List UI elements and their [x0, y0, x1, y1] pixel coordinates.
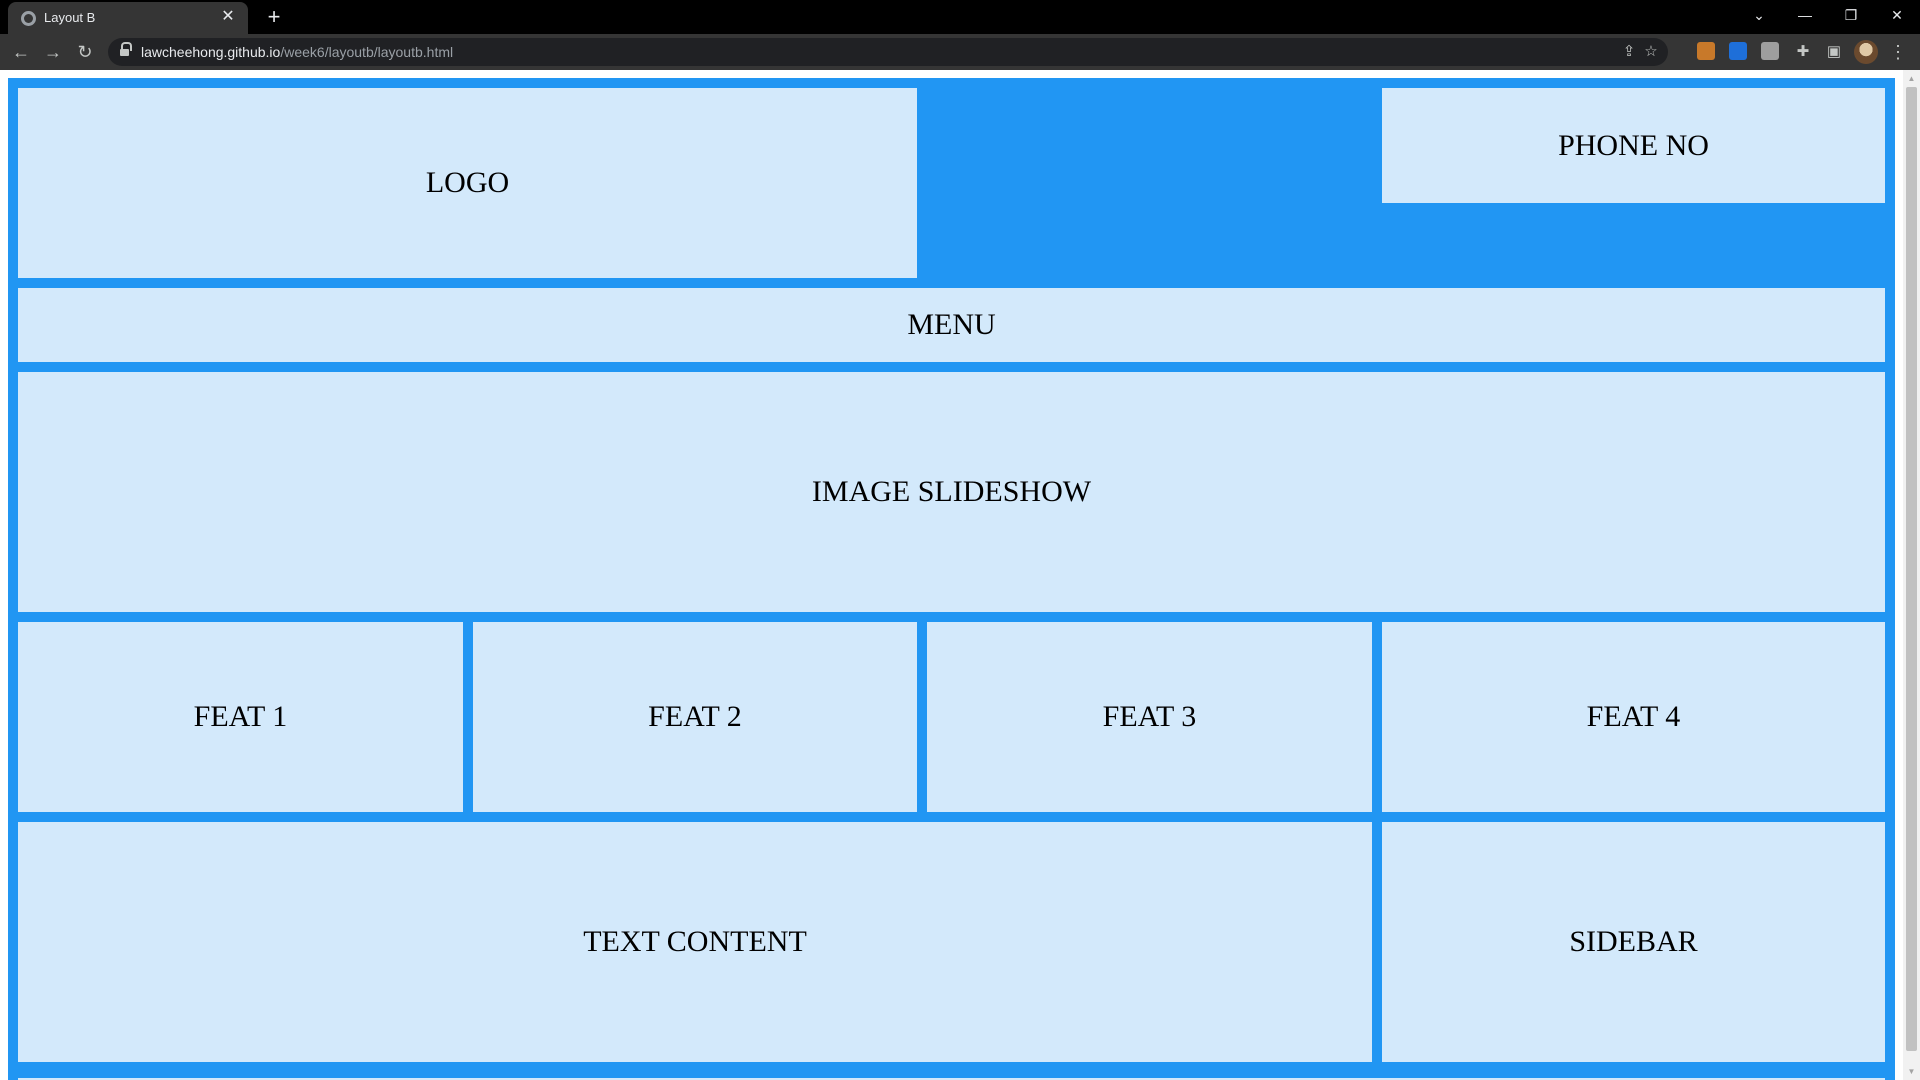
- globe-icon: [21, 11, 36, 26]
- new-tab-button[interactable]: +: [260, 4, 288, 30]
- scroll-up-arrow-icon[interactable]: ▲: [1903, 70, 1920, 87]
- address-bar[interactable]: lawcheehong.github.io/week6/layoutb/layo…: [108, 38, 1668, 66]
- lock-icon[interactable]: [120, 42, 132, 57]
- menu-box: MENU: [18, 288, 1885, 362]
- url-host: lawcheehong.github.io: [141, 44, 281, 60]
- reload-icon[interactable]: ↻: [71, 38, 99, 66]
- browser-toolbar: ← → ↻ lawcheehong.github.io/week6/layout…: [0, 34, 1920, 70]
- forward-arrow-icon[interactable]: →: [39, 38, 67, 66]
- url-text[interactable]: lawcheehong.github.io/week6/layoutb/layo…: [141, 38, 453, 66]
- restore-icon[interactable]: ❐: [1828, 0, 1874, 30]
- logo-box: LOGO: [18, 88, 917, 278]
- feature-box-1: FEAT 1: [18, 622, 463, 812]
- feature-box-2: FEAT 2: [473, 622, 917, 812]
- extension-image-icon[interactable]: [1761, 42, 1779, 60]
- text-content-box: TEXT CONTENT: [18, 822, 1372, 1062]
- phone-box: PHONE NO: [1382, 88, 1885, 203]
- share-icon[interactable]: ⇪: [1617, 38, 1641, 66]
- feature-box-4: FEAT 4: [1382, 622, 1885, 812]
- close-window-icon[interactable]: ✕: [1874, 0, 1920, 30]
- scrollbar-thumb[interactable]: [1906, 87, 1917, 1051]
- extension-link-icon[interactable]: [1729, 42, 1747, 60]
- profile-avatar[interactable]: [1854, 40, 1878, 64]
- close-tab-icon[interactable]: ✕: [218, 7, 238, 27]
- minimize-icon[interactable]: —: [1782, 0, 1828, 30]
- kebab-menu-icon[interactable]: ⋮: [1888, 38, 1908, 66]
- star-icon[interactable]: ☆: [1639, 38, 1663, 66]
- side-panel-icon[interactable]: ▣: [1822, 38, 1846, 66]
- tab-search-icon[interactable]: ⌄: [1736, 0, 1782, 30]
- sidebar-box: SIDEBAR: [1382, 822, 1885, 1062]
- extensions-puzzle-icon[interactable]: ✚: [1791, 38, 1815, 66]
- browser-tab[interactable]: Layout B ✕: [8, 2, 248, 34]
- page-viewport: LOGO PHONE NO MENU IMAGE SLIDESHOW FEAT …: [0, 70, 1920, 1080]
- layout-container: LOGO PHONE NO MENU IMAGE SLIDESHOW FEAT …: [8, 78, 1895, 1080]
- browser-titlebar: Layout B ✕ + ⌄ — ❐ ✕: [0, 0, 1920, 34]
- vertical-scrollbar[interactable]: ▲ ▼: [1903, 70, 1920, 1080]
- tab-title: Layout B: [44, 10, 96, 25]
- url-path: /week6/layoutb/layoutb.html: [280, 44, 454, 60]
- scroll-down-arrow-icon[interactable]: ▼: [1903, 1063, 1920, 1080]
- extension-shield-icon[interactable]: [1697, 42, 1715, 60]
- image-slideshow-box: IMAGE SLIDESHOW: [18, 372, 1885, 612]
- back-arrow-icon[interactable]: ←: [7, 38, 35, 66]
- feature-box-3: FEAT 3: [927, 622, 1372, 812]
